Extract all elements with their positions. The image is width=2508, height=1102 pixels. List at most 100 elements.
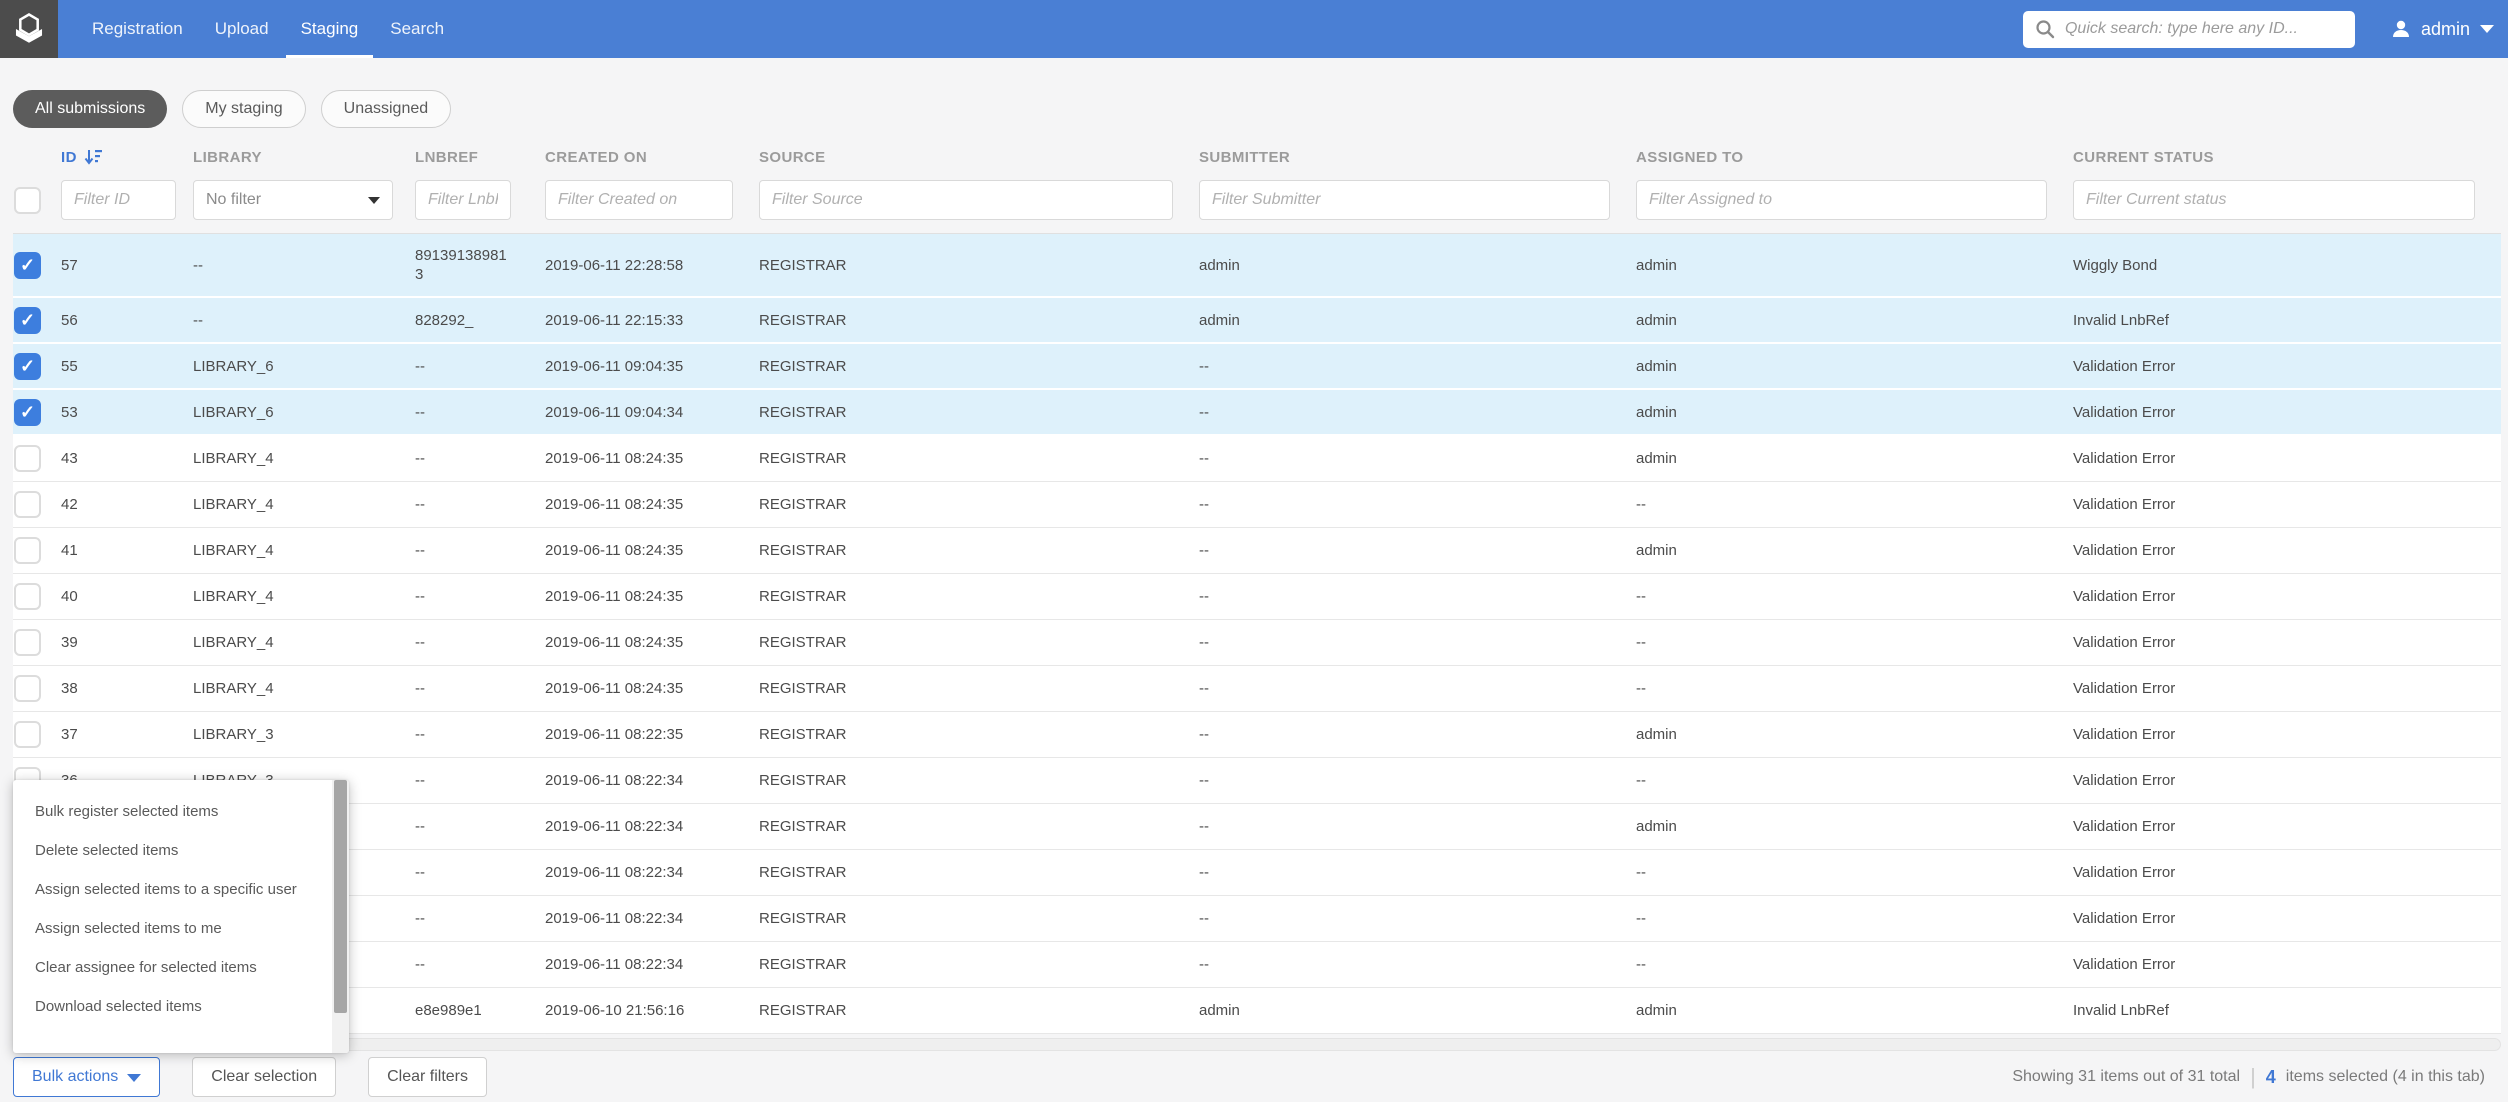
cell-library: -- xyxy=(193,311,415,330)
row-checkbox[interactable] xyxy=(14,307,41,334)
table-row[interactable]: -- 2019-06-11 08:22:34 REGISTRAR -- -- V… xyxy=(13,896,2501,942)
table-row[interactable]: -- 2019-06-11 08:22:34 REGISTRAR -- -- V… xyxy=(13,850,2501,896)
bulk-menu-item[interactable]: Assign selected items to me xyxy=(13,909,349,948)
column-header-library[interactable]: LIBRARY xyxy=(193,149,415,166)
cell-id: 37 xyxy=(61,725,193,744)
row-checkbox[interactable] xyxy=(14,445,41,472)
cell-assigned-to: -- xyxy=(1636,679,2073,698)
table-row[interactable]: 55 LIBRARY_6 -- 2019-06-11 09:04:35 REGI… xyxy=(13,344,2501,390)
clear-filters-button[interactable]: Clear filters xyxy=(368,1057,487,1097)
table-row[interactable]: 38 LIBRARY_4 -- 2019-06-11 08:24:35 REGI… xyxy=(13,666,2501,712)
bulk-menu-item[interactable]: Delete selected items xyxy=(13,831,349,870)
column-header-id[interactable]: ID xyxy=(61,148,193,166)
menu-scrollbar-track[interactable] xyxy=(332,780,349,1053)
filter-library-select[interactable]: No filter xyxy=(193,180,393,220)
cell-current-status: Validation Error xyxy=(2073,679,2501,698)
filter-lnbref-input[interactable] xyxy=(415,180,511,220)
row-checkbox[interactable] xyxy=(14,353,41,380)
table-row[interactable]: 53 LIBRARY_6 -- 2019-06-11 09:04:34 REGI… xyxy=(13,390,2501,436)
table-row[interactable]: 56 -- 828292_ 2019-06-11 22:15:33 REGIST… xyxy=(13,298,2501,344)
row-checkbox[interactable] xyxy=(14,583,41,610)
cell-assigned-to: -- xyxy=(1636,863,2073,882)
nav-item-upload[interactable]: Upload xyxy=(200,0,284,58)
cell-library: LIBRARY_6 xyxy=(193,357,415,376)
cell-library: -- xyxy=(193,256,415,275)
row-checkbox[interactable] xyxy=(14,721,41,748)
bulk-menu-item[interactable]: Bulk register selected items xyxy=(13,792,349,831)
chip-my-staging[interactable]: My staging xyxy=(182,90,305,128)
cell-assigned-to: admin xyxy=(1636,256,2073,275)
cell-assigned-to: admin xyxy=(1636,357,2073,376)
status-summary: Showing 31 items out of 31 total | 4 ite… xyxy=(2012,1064,2485,1090)
nav-item-search[interactable]: Search xyxy=(375,0,459,58)
table-row[interactable]: 39 LIBRARY_4 -- 2019-06-11 08:24:35 REGI… xyxy=(13,620,2501,666)
bulk-actions-menu: Bulk register selected itemsDelete selec… xyxy=(13,780,349,1053)
table-row[interactable]: 43 LIBRARY_4 -- 2019-06-11 08:24:35 REGI… xyxy=(13,436,2501,482)
row-checkbox[interactable] xyxy=(14,252,41,279)
bulk-menu-item[interactable]: Clear assignee for selected items xyxy=(13,948,349,987)
cell-id: 39 xyxy=(61,633,193,652)
brand-logo[interactable] xyxy=(0,0,58,58)
cell-source: REGISTRAR xyxy=(759,495,1199,514)
cell-current-status: Validation Error xyxy=(2073,771,2501,790)
filter-id-input[interactable] xyxy=(61,180,176,220)
chip-unassigned[interactable]: Unassigned xyxy=(321,90,452,128)
cell-id: 41 xyxy=(61,541,193,560)
table-row[interactable]: e8e989e1 2019-06-10 21:56:16 REGISTRAR a… xyxy=(13,988,2501,1034)
cell-source: REGISTRAR xyxy=(759,955,1199,974)
bulk-menu-item[interactable]: Download selected items xyxy=(13,987,349,1026)
cell-assigned-to: admin xyxy=(1636,311,2073,330)
cell-created-on: 2019-06-11 08:24:35 xyxy=(545,541,759,560)
table-row[interactable]: 36 LIBRARY_3 -- 2019-06-11 08:22:34 REGI… xyxy=(13,758,2501,804)
row-checkbox[interactable] xyxy=(14,537,41,564)
row-checkbox[interactable] xyxy=(14,675,41,702)
table-row[interactable]: -- 2019-06-11 08:22:34 REGISTRAR -- -- V… xyxy=(13,942,2501,988)
column-header-created-on[interactable]: CREATED ON xyxy=(545,149,759,166)
clear-selection-button[interactable]: Clear selection xyxy=(192,1057,336,1097)
row-checkbox[interactable] xyxy=(14,491,41,518)
table-row[interactable]: 41 LIBRARY_4 -- 2019-06-11 08:24:35 REGI… xyxy=(13,528,2501,574)
horizontal-scrollbar[interactable] xyxy=(13,1038,2501,1051)
column-header-submitter[interactable]: SUBMITTER xyxy=(1199,149,1636,166)
quick-search-input[interactable] xyxy=(2065,20,2343,38)
cell-library: LIBRARY_4 xyxy=(193,541,415,560)
cell-current-status: Validation Error xyxy=(2073,955,2501,974)
cell-assigned-to: -- xyxy=(1636,633,2073,652)
filter-source-input[interactable] xyxy=(759,180,1173,220)
column-header-source[interactable]: SOURCE xyxy=(759,149,1199,166)
cell-library: LIBRARY_4 xyxy=(193,587,415,606)
column-header-current-status[interactable]: CURRENT STATUS xyxy=(2073,149,2501,166)
user-menu[interactable]: admin xyxy=(2389,0,2494,58)
cell-source: REGISTRAR xyxy=(759,863,1199,882)
menu-scrollbar-thumb[interactable] xyxy=(334,780,347,1013)
cell-id: 43 xyxy=(61,449,193,468)
bulk-menu-item[interactable]: Assign selected items to a specific user xyxy=(13,870,349,909)
bulk-actions-button[interactable]: Bulk actions xyxy=(13,1057,160,1097)
filter-created-on-input[interactable] xyxy=(545,180,733,220)
nav-item-registration[interactable]: Registration xyxy=(77,0,198,58)
cell-assigned-to: -- xyxy=(1636,587,2073,606)
filter-assigned-to-input[interactable] xyxy=(1636,180,2047,220)
table-row[interactable]: 40 LIBRARY_4 -- 2019-06-11 08:24:35 REGI… xyxy=(13,574,2501,620)
selected-count-text: items selected (4 in this tab) xyxy=(2286,1068,2485,1086)
row-checkbox[interactable] xyxy=(14,629,41,656)
table-row[interactable]: 37 LIBRARY_3 -- 2019-06-11 08:22:35 REGI… xyxy=(13,712,2501,758)
cell-lnbref: -- xyxy=(415,437,545,480)
cell-id: 55 xyxy=(61,357,193,376)
chip-all-submissions[interactable]: All submissions xyxy=(13,90,167,128)
table-row[interactable]: 42 LIBRARY_4 -- 2019-06-11 08:24:35 REGI… xyxy=(13,482,2501,528)
cell-lnbref: 891391389813 xyxy=(415,234,545,296)
row-checkbox[interactable] xyxy=(14,399,41,426)
cell-created-on: 2019-06-11 08:24:35 xyxy=(545,587,759,606)
footer-bar: Bulk actions Clear selection Clear filte… xyxy=(13,1057,2485,1097)
column-header-assigned-to[interactable]: ASSIGNED TO xyxy=(1636,149,2073,166)
table-row[interactable]: -- 2019-06-11 08:22:34 REGISTRAR -- admi… xyxy=(13,804,2501,850)
table-row[interactable]: 57 -- 891391389813 2019-06-11 22:28:58 R… xyxy=(13,234,2501,298)
column-header-lnbref[interactable]: LNBREF xyxy=(415,149,545,166)
select-all-checkbox[interactable] xyxy=(14,187,41,214)
nav-item-staging[interactable]: Staging xyxy=(286,0,374,58)
cell-submitter: -- xyxy=(1199,495,1636,514)
filter-submitter-input[interactable] xyxy=(1199,180,1610,220)
cell-submitter: -- xyxy=(1199,679,1636,698)
filter-current-status-input[interactable] xyxy=(2073,180,2475,220)
